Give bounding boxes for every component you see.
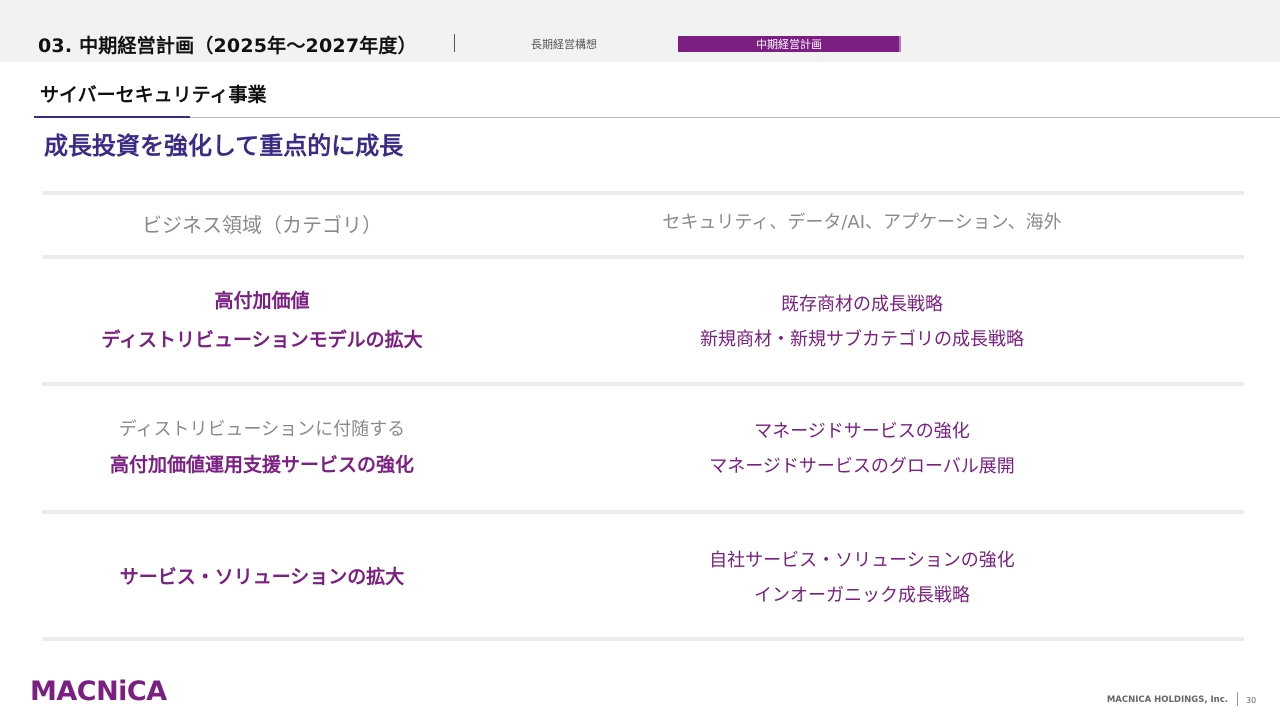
- row-2-title: 高付加価値運用支援サービスの強化: [109, 454, 414, 476]
- footer-company-name: MACNICA HOLDINGS, Inc.: [1106, 695, 1228, 705]
- section-divider-accent: [34, 116, 190, 118]
- row-2-item: マネージドサービスのグローバル展開: [709, 456, 1015, 477]
- row-3-item: インオーガニック成長戦略: [754, 584, 970, 606]
- row-1-item: 新規商材・新規サブカテゴリの成長戦略: [700, 329, 1024, 350]
- table-header-right: セキュリティ、データ/AI、アプケーション、海外: [612, 195, 1112, 250]
- table-row-3-right: 自社サービス・ソリューションの強化 インオーガニック成長戦略: [612, 514, 1112, 642]
- tab-mid-term-plan[interactable]: 中期経営計画: [678, 36, 900, 52]
- section-divider: [34, 117, 1280, 118]
- header-divider: [454, 34, 455, 52]
- row-1-subtitle: 高付加価値: [214, 289, 310, 312]
- section-title: サイバーセキュリティ事業: [40, 84, 267, 106]
- row-1-item: 既存商材の成長戦略: [781, 294, 943, 315]
- tab-active-edge: [899, 36, 901, 52]
- table-row-2-left: ディストリビューションに付随する 高付加価値運用支援サービスの強化: [42, 386, 482, 510]
- row-3-title: サービス・ソリューションの拡大: [119, 566, 405, 588]
- category-list-label: セキュリティ、データ/AI、アプケーション、海外: [662, 211, 1062, 233]
- company-logo: MACNiCA: [30, 676, 167, 707]
- page-title: 03. 中期経営計画（2025年～2027年度）: [38, 35, 417, 57]
- table-row-2-right: マネージドサービスの強化 マネージドサービスのグローバル展開: [612, 386, 1112, 513]
- row-2-subtitle: ディストリビューションに付随する: [118, 419, 406, 440]
- table-header-left: ビジネス領域（カテゴリ）: [42, 195, 482, 255]
- row-1-title: ディストリビューションモデルの拡大: [101, 328, 423, 351]
- footer-divider: [1237, 692, 1238, 706]
- page-number: 30: [1246, 696, 1257, 705]
- main-heading: 成長投資を強化して重点的に成長: [44, 132, 404, 160]
- table-row-1-right: 既存商材の成長戦略 新規商材・新規サブカテゴリの成長戦略: [612, 259, 1112, 386]
- tab-long-term-vision[interactable]: 長期経営構想: [531, 36, 597, 52]
- category-header-label: ビジネス領域（カテゴリ）: [142, 213, 382, 237]
- row-3-item: 自社サービス・ソリューションの強化: [709, 549, 1015, 571]
- row-2-item: マネージドサービスの強化: [754, 421, 970, 442]
- table-row-3-left: サービス・ソリューションの拡大: [42, 514, 482, 641]
- table-row-1-left: 高付加価値 ディストリビューションモデルの拡大: [42, 259, 482, 382]
